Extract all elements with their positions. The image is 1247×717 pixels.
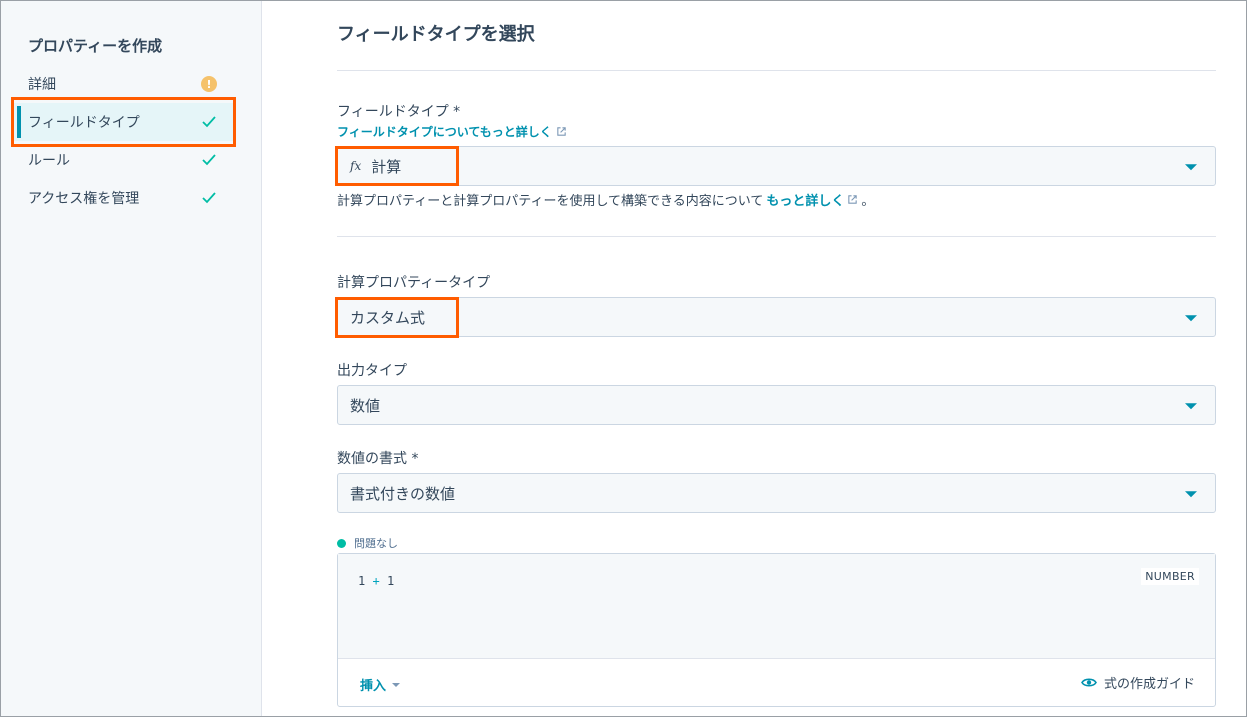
sidebar-title: プロパティーを作成 [28, 37, 163, 55]
eye-icon [1081, 678, 1097, 687]
external-link-icon [848, 195, 858, 204]
sidebar-item-access[interactable]: アクセス権を管理 [14, 179, 234, 217]
main-content: フィールドタイプを選択 フィールドタイプ * フィールドタイプについてもっと詳し… [262, 0, 1246, 717]
warning-icon: ! [200, 75, 218, 93]
sidebar-item-details[interactable]: 詳細 ! [14, 65, 234, 103]
field-type-label: フィールドタイプ * [337, 104, 461, 120]
number-format-value: 書式付きの数値 [350, 484, 456, 503]
field-type-value: 計算 [371, 157, 402, 176]
output-type-badge: NUMBER [1141, 568, 1199, 585]
chevron-down-icon [1185, 403, 1197, 410]
sidebar-item-label: フィールドタイプ [28, 115, 140, 131]
divider [337, 70, 1216, 71]
check-icon [200, 189, 218, 207]
number-format-select[interactable]: 書式付きの数値 [337, 473, 1216, 513]
status-dot-icon [337, 538, 346, 548]
sidebar-item-rules[interactable]: ルール [14, 141, 234, 179]
output-type-value: 数値 [350, 396, 381, 415]
sidebar-item-label: アクセス権を管理 [28, 191, 140, 207]
sidebar-item-label: 詳細 [28, 77, 56, 93]
calc-type-select[interactable]: カスタム式 [337, 297, 1216, 337]
sidebar-item-field-type[interactable]: フィールドタイプ [14, 103, 234, 141]
field-type-help: 計算プロパティーと計算プロパティーを使用して構築できる内容について もっと詳しく… [337, 190, 874, 209]
output-type-select[interactable]: 数値 [337, 385, 1216, 425]
external-link-icon [557, 127, 566, 136]
formula-guide-button[interactable]: 式の作成ガイド [1081, 673, 1195, 692]
divider [337, 236, 1216, 237]
insert-button[interactable]: 挿入 [360, 675, 401, 694]
check-icon [200, 151, 218, 169]
chevron-down-icon [1185, 315, 1197, 322]
field-type-learn-more-link[interactable]: フィールドタイプについてもっと詳しく [337, 123, 567, 140]
function-icon: fx [350, 159, 362, 173]
calc-type-value: カスタム式 [350, 308, 426, 327]
chevron-down-icon [392, 682, 401, 687]
page-title: フィールドタイプを選択 [337, 24, 535, 45]
number-format-label: 数値の書式 * [337, 451, 419, 467]
sidebar: プロパティーを作成 詳細 ! フィールドタイプ ルール アクセス権を管理 [1, 1, 262, 716]
check-icon [200, 113, 218, 131]
chevron-down-icon [1185, 164, 1197, 171]
formula-editor: 1 + 1 NUMBER 挿入 式の作成ガイド [337, 553, 1216, 707]
sidebar-item-label: ルール [28, 153, 70, 169]
editor-footer: 挿入 式の作成ガイド [338, 659, 1215, 708]
formula-input[interactable]: 1 + 1 NUMBER [338, 554, 1215, 659]
output-type-label: 出力タイプ [337, 363, 407, 379]
help-learn-more-link[interactable]: もっと詳しく [766, 190, 844, 209]
field-type-select[interactable]: fx 計算 [337, 146, 1216, 186]
formula-status: 問題なし [337, 535, 398, 551]
calc-type-label: 計算プロパティータイプ [337, 275, 491, 291]
formula-code: 1 + 1 [358, 574, 395, 588]
chevron-down-icon [1185, 491, 1197, 498]
